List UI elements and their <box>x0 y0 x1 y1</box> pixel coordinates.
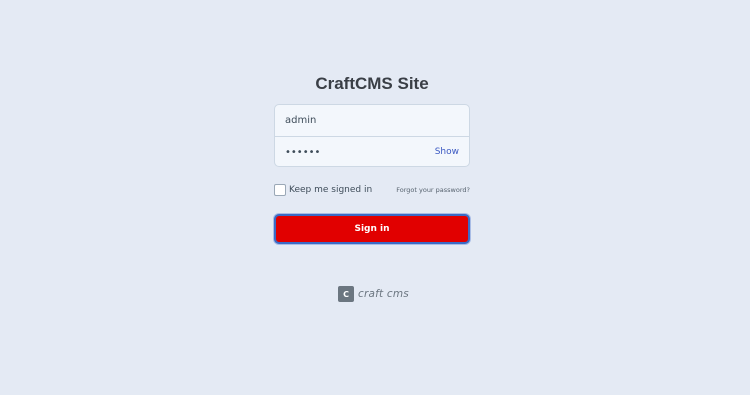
options-row: Keep me signed in Forgot your password? <box>274 183 470 197</box>
sign-in-button[interactable]: Sign in <box>274 214 470 244</box>
show-password-button[interactable]: Show <box>435 146 459 158</box>
password-row: Show <box>275 136 469 166</box>
keep-signed-in-toggle[interactable]: Keep me signed in <box>274 184 372 196</box>
craft-logo-text: craft cms <box>358 288 409 300</box>
keep-signed-in-label: Keep me signed in <box>289 185 373 195</box>
credentials-fields: Show <box>274 104 470 167</box>
forgot-password-link[interactable]: Forgot your password? <box>396 186 470 194</box>
keep-signed-in-checkbox[interactable] <box>274 184 286 196</box>
craft-logo-icon: C <box>338 286 354 302</box>
username-row <box>275 105 469 136</box>
login-form: CraftCMS Site Show Keep me signed in For… <box>274 72 470 244</box>
username-input[interactable] <box>275 106 435 135</box>
page-title: CraftCMS Site <box>315 74 429 93</box>
craft-cms-logo[interactable]: C craft cms <box>338 286 409 302</box>
password-input[interactable] <box>275 138 435 166</box>
